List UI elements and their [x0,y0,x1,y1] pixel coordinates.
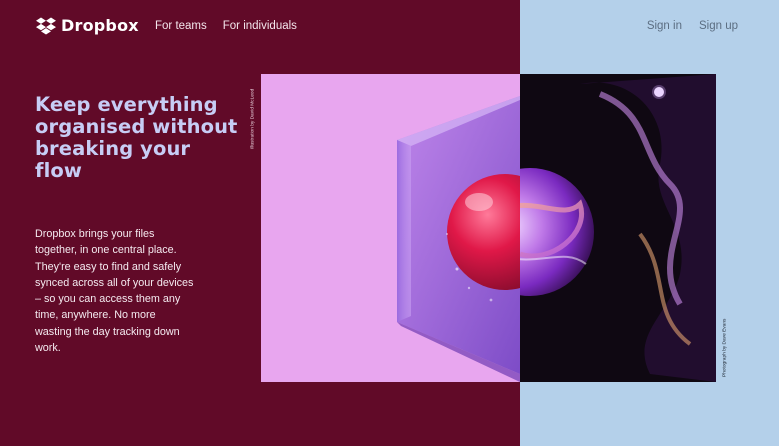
hero-headline: Keep everything organised without breaki… [35,93,238,182]
photograph-credit-text: Photograph by Dave Evans [722,318,728,377]
glass-cube-sphere-illustration [261,74,520,382]
fluid-marble-photo [520,74,716,382]
nav-link-for-teams[interactable]: For teams [155,20,207,32]
dropbox-logo-link[interactable]: Dropbox [36,16,139,35]
photograph-credit: Photograph by Dave Evans [720,300,730,382]
dropbox-box-icon [36,17,56,34]
nav-link-for-individuals[interactable]: For individuals [223,20,297,32]
primary-nav: For teams For individuals [155,20,297,32]
hero-illustration [261,74,520,382]
hero-body-copy: Dropbox brings your files together, in o… [35,228,194,355]
illustration-credit: Illustration by David McLeod [248,74,258,154]
logo-wordmark: Dropbox [61,16,139,35]
sign-in-link[interactable]: Sign in [647,20,682,32]
illustration-credit-text: Illustration by David McLeod [250,88,256,149]
sign-up-link[interactable]: Sign up [699,20,738,32]
account-nav: Sign in Sign up [647,20,738,32]
hero-photograph [520,74,716,382]
